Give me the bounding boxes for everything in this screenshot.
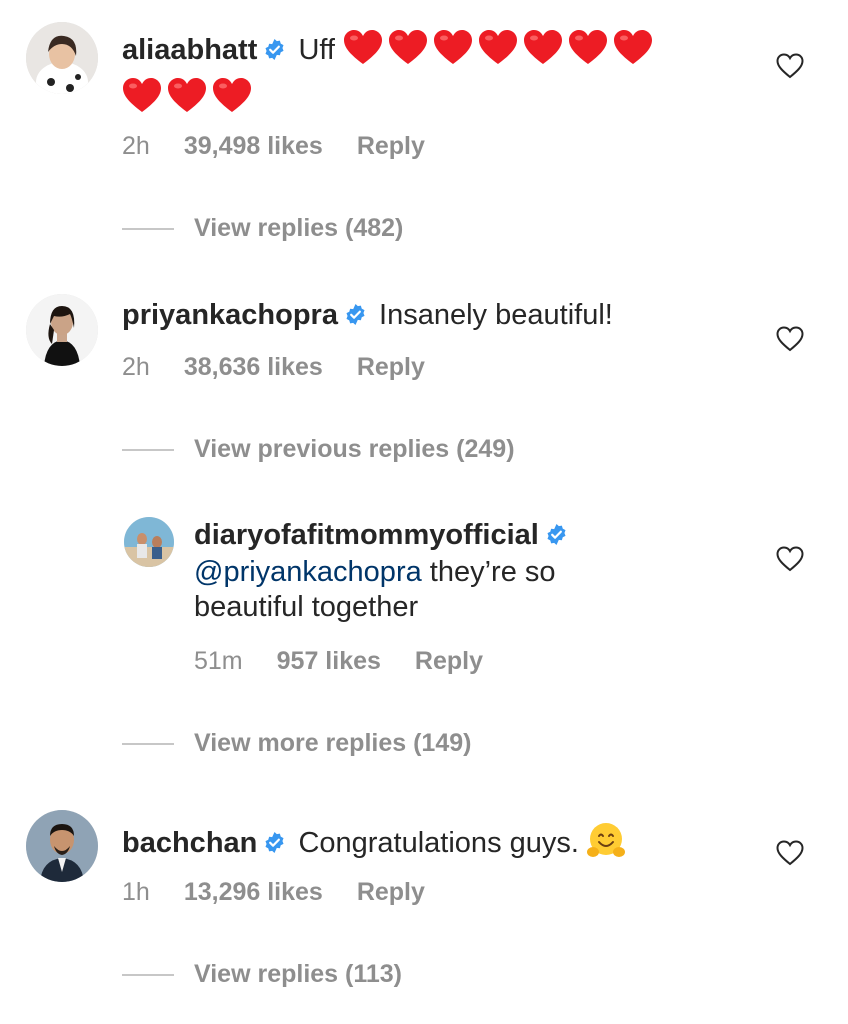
username[interactable]: bachchan xyxy=(122,827,257,859)
like-button[interactable] xyxy=(776,546,804,572)
heart-outline-icon xyxy=(776,546,804,572)
comment-meta: 2h 39,498 likes Reply xyxy=(122,132,459,161)
red-heart-icon xyxy=(343,30,383,66)
heart-emoji-row xyxy=(343,30,658,66)
reply-button[interactable]: Reply xyxy=(357,132,425,160)
red-heart-icon xyxy=(433,30,473,66)
view-replies-button[interactable]: View replies (482) xyxy=(122,214,403,243)
view-replies-label: View replies (113) xyxy=(194,960,402,988)
username[interactable]: aliaabhatt xyxy=(122,34,257,66)
avatar[interactable] xyxy=(26,810,98,882)
comment-meta: 2h 38,636 likes Reply xyxy=(122,353,459,382)
hugging-face-icon xyxy=(585,820,627,862)
heart-outline-icon xyxy=(776,326,804,352)
comment-text-line1: they’re so xyxy=(429,556,556,588)
view-replies-label: View replies (482) xyxy=(194,214,404,242)
comment-text-line2: beautiful together xyxy=(194,591,419,623)
likes-count[interactable]: 39,498 likes xyxy=(184,132,323,160)
avatar[interactable] xyxy=(26,22,98,94)
verified-badge-icon xyxy=(545,523,568,546)
verified-badge-icon xyxy=(344,303,367,326)
verified-badge-icon xyxy=(263,38,286,61)
red-heart-icon xyxy=(167,78,207,114)
view-more-replies-button[interactable]: View more replies (149) xyxy=(122,729,471,758)
heart-outline-icon xyxy=(776,840,804,866)
view-replies-label: View previous replies (249) xyxy=(194,435,515,463)
avatar[interactable] xyxy=(26,294,98,366)
like-button[interactable] xyxy=(776,840,804,866)
red-heart-icon xyxy=(122,78,162,114)
reply-button[interactable]: Reply xyxy=(357,878,425,906)
heart-emoji-row xyxy=(122,78,257,114)
avatar[interactable] xyxy=(124,517,174,567)
heart-outline-icon xyxy=(776,53,804,79)
divider-line xyxy=(122,449,174,452)
reply-button[interactable]: Reply xyxy=(415,647,483,675)
comment-text: Congratulations guys. xyxy=(298,827,579,859)
red-heart-icon xyxy=(523,30,563,66)
timestamp: 51m xyxy=(194,647,243,675)
comment-meta: 51m 957 likes Reply xyxy=(194,647,517,676)
likes-count[interactable]: 38,636 likes xyxy=(184,353,323,381)
view-replies-label: View more replies (149) xyxy=(194,729,472,757)
red-heart-icon xyxy=(613,30,653,66)
view-previous-replies-button[interactable]: View previous replies (249) xyxy=(122,435,515,464)
red-heart-icon xyxy=(568,30,608,66)
red-heart-icon xyxy=(212,78,252,114)
likes-count[interactable]: 957 likes xyxy=(277,647,381,675)
verified-badge-icon xyxy=(263,831,286,854)
comment-text: Insanely beautiful! xyxy=(379,299,613,331)
timestamp: 1h xyxy=(122,878,150,906)
comment-text: Uff xyxy=(298,34,335,66)
divider-line xyxy=(122,228,174,231)
divider-line xyxy=(122,743,174,746)
mention-link[interactable]: @priyankachopra xyxy=(194,556,422,588)
timestamp: 2h xyxy=(122,353,150,381)
likes-count[interactable]: 13,296 likes xyxy=(184,878,323,906)
comment-meta: 1h 13,296 likes Reply xyxy=(122,878,459,907)
like-button[interactable] xyxy=(776,326,804,352)
red-heart-icon xyxy=(388,30,428,66)
timestamp: 2h xyxy=(122,132,150,160)
like-button[interactable] xyxy=(776,53,804,79)
view-replies-button[interactable]: View replies (113) xyxy=(122,960,402,989)
divider-line xyxy=(122,974,174,977)
username[interactable]: priyankachopra xyxy=(122,299,338,331)
reply-button[interactable]: Reply xyxy=(357,353,425,381)
red-heart-icon xyxy=(478,30,518,66)
username[interactable]: diaryofafitmommyofficial xyxy=(194,519,539,551)
